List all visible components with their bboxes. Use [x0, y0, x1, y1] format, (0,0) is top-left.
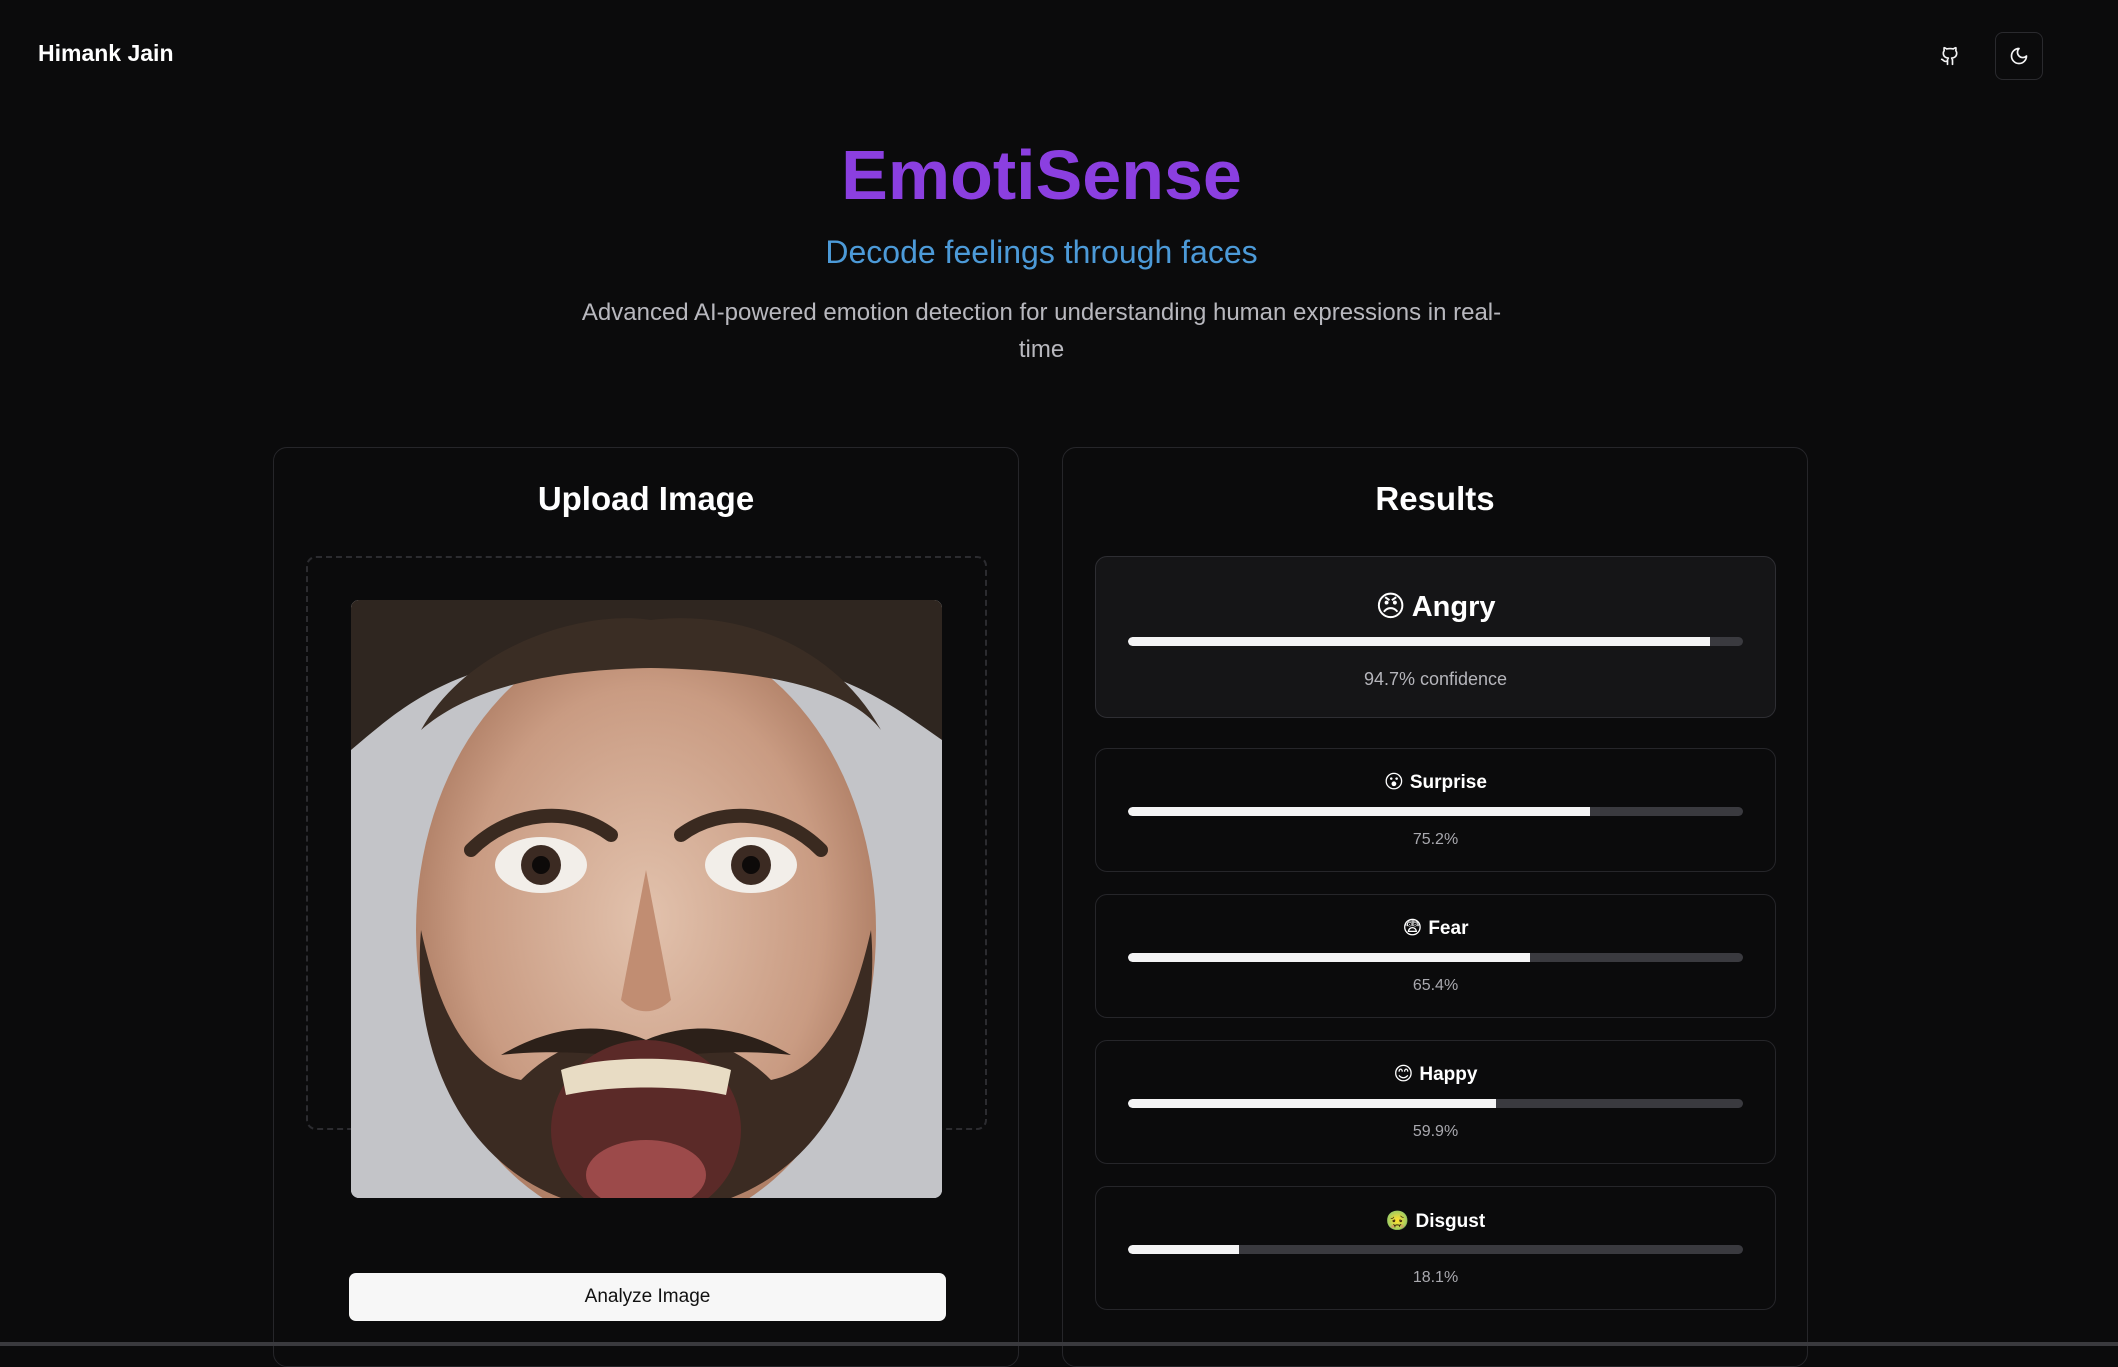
- emotion-label: 😨 Fear: [1096, 917, 1775, 940]
- emotion-bar-fill: [1128, 807, 1591, 816]
- hero-section: EmotiSense Decode feelings through faces…: [0, 130, 2083, 368]
- moon-icon: [2010, 47, 2028, 65]
- emotion-bar-fill: [1128, 953, 1531, 962]
- emotion-percentage: 75.2%: [1412, 831, 1459, 848]
- analyze-image-button[interactable]: Analyze Image: [349, 1273, 946, 1321]
- emotion-bar-fill: [1128, 1099, 1497, 1108]
- face-illustration: [351, 600, 942, 1198]
- happy-emoji-icon: 😊: [1393, 1064, 1414, 1085]
- emotion-percentage: 65.4%: [1412, 977, 1459, 994]
- emotion-row-disgust: 🤢 Disgust 18.1%: [1095, 1186, 1776, 1310]
- top-emotion-label: 😠 Angry: [1096, 589, 1775, 624]
- emotion-bar: [1128, 807, 1743, 816]
- top-emotion-bar: [1128, 637, 1743, 646]
- emotion-bar: [1128, 1099, 1743, 1108]
- page-bottom-divider: [0, 1342, 2118, 1346]
- emotion-label: 😮 Surprise: [1096, 771, 1775, 794]
- uploaded-face-photo: [351, 600, 942, 1198]
- upload-title: Upload Image: [537, 480, 755, 517]
- emotion-bar-fill: [1128, 1245, 1240, 1254]
- emotion-label: 🤢 Disgust: [1096, 1209, 1775, 1233]
- emotion-label: 😊 Happy: [1096, 1063, 1775, 1086]
- emotion-name: Fear: [1428, 918, 1469, 939]
- github-button[interactable]: [1926, 32, 1974, 80]
- emotion-percentage: 59.9%: [1412, 1123, 1459, 1140]
- brand-name[interactable]: Himank Jain: [38, 40, 174, 67]
- results-title: Results: [1375, 480, 1495, 517]
- emotion-bar: [1128, 1245, 1743, 1254]
- github-icon: [1940, 46, 1958, 66]
- emotion-percentage: 18.1%: [1412, 1269, 1459, 1286]
- top-emotion-result: 😠 Angry 94.7% confidence: [1095, 556, 1776, 718]
- upload-card: Upload Image Analyze Image: [273, 447, 1019, 1367]
- fear-emoji-icon: 😨: [1402, 918, 1423, 939]
- top-emotion-name: Angry: [1411, 591, 1496, 623]
- emotion-row-fear: 😨 Fear 65.4%: [1095, 894, 1776, 1018]
- top-emotion-confidence: 94.7% confidence: [1363, 669, 1508, 689]
- app-title: EmotiSense: [841, 136, 1242, 214]
- top-navbar: Himank Jain: [0, 0, 2118, 110]
- emotion-row-surprise: 😮 Surprise 75.2%: [1095, 748, 1776, 872]
- app-subtitle: Decode feelings through faces: [825, 234, 1258, 270]
- surprise-emoji-icon: 😮: [1384, 772, 1404, 793]
- emotion-name: Surprise: [1409, 772, 1487, 793]
- emotion-name: Happy: [1419, 1064, 1478, 1085]
- image-dropzone[interactable]: [306, 556, 987, 1198]
- disgust-emoji-icon: 🤢: [1385, 1211, 1410, 1232]
- angry-emoji-icon: 😠: [1375, 591, 1406, 623]
- emotion-bar: [1128, 953, 1743, 962]
- emotion-row-happy: 😊 Happy 59.9%: [1095, 1040, 1776, 1164]
- emotion-name: Disgust: [1415, 1211, 1486, 1232]
- app-description: Advanced AI-powered emotion detection fo…: [581, 299, 1502, 363]
- top-emotion-bar-fill: [1128, 637, 1711, 646]
- theme-toggle-button[interactable]: [1995, 32, 2043, 80]
- results-card: Results 😠 Angry 94.7% confidence 😮 Surpris…: [1062, 447, 1808, 1367]
